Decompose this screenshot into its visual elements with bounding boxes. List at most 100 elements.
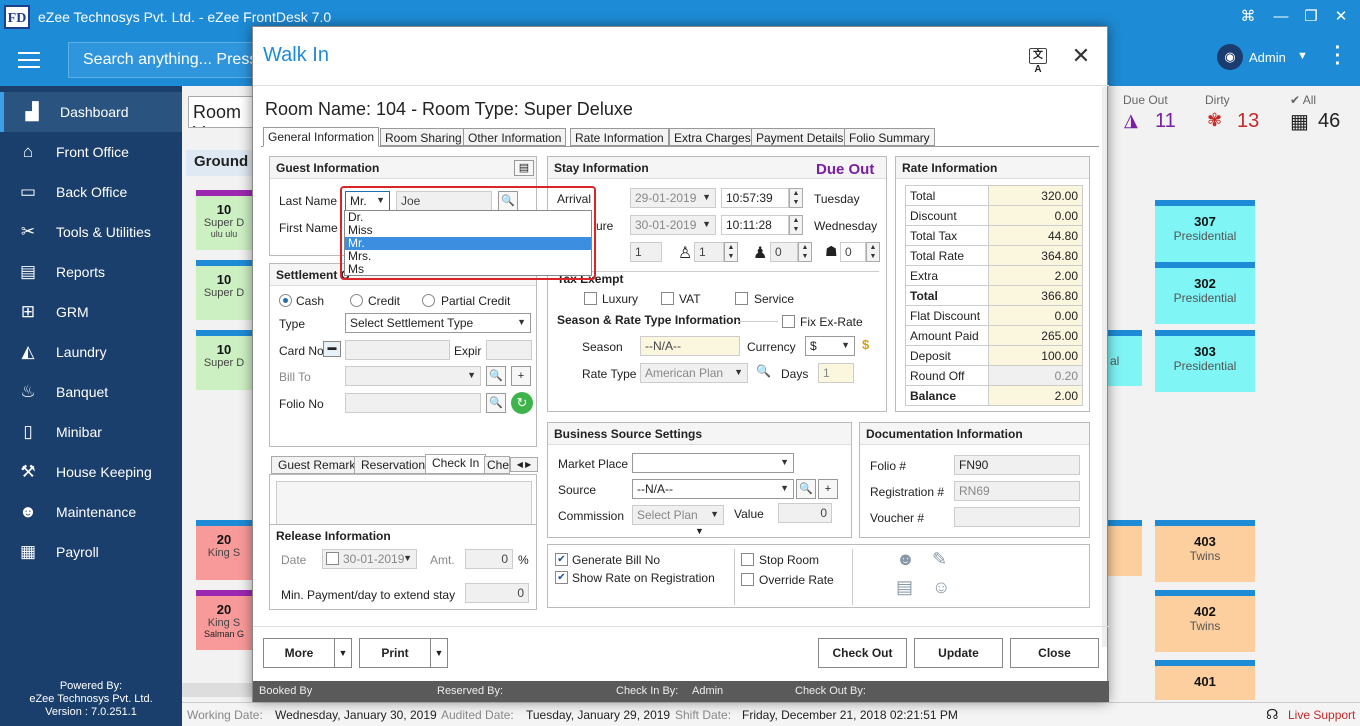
source-add-icon[interactable]: + (818, 479, 838, 499)
departure-time-input[interactable]: 10:11:28 (721, 215, 789, 235)
more-options-icon[interactable]: · · · (1333, 38, 1343, 74)
tab-extra-charges[interactable]: Extra Charges (669, 128, 756, 146)
tab-reservation[interactable]: Reservation (354, 456, 433, 474)
nights-input[interactable]: 1 (630, 242, 662, 262)
expand-arrow-icon[interactable]: ▼ (695, 526, 704, 536)
rate-type-select[interactable]: American Plan ▼ (640, 363, 748, 383)
minimize-button[interactable]: — (1270, 6, 1292, 28)
room-tile[interactable]: 403 Twins (1155, 520, 1255, 582)
expiry-input[interactable] (486, 340, 532, 360)
departure-date-select[interactable]: 30-01-2019 ▼ (630, 215, 716, 235)
room-tile[interactable]: 20 King S (196, 520, 252, 580)
cash-radio[interactable] (279, 294, 292, 307)
room-tile-partial[interactable] (1108, 520, 1142, 576)
folio-no-input[interactable] (345, 393, 481, 413)
room-tile[interactable]: 307 Presidential (1155, 200, 1255, 262)
sidebar-item-grm[interactable]: ⊞ GRM (0, 292, 182, 332)
all-count[interactable]: 46 (1318, 110, 1340, 133)
bill-to-add-icon[interactable]: + (511, 366, 531, 386)
tab-other-information[interactable]: Other Information (463, 128, 567, 146)
dirty-count[interactable]: 13 (1237, 110, 1259, 133)
adults-input[interactable]: 1 (694, 242, 724, 262)
bill-to-select[interactable]: ▼ (345, 366, 481, 386)
infants-spinner[interactable]: ▲ ▼ (866, 242, 880, 262)
override-rate-checkbox[interactable] (741, 573, 754, 586)
release-date-select[interactable]: 30-01-2019 ▼ (322, 549, 417, 569)
departure-time-spinner[interactable]: ▲ ▼ (789, 215, 803, 235)
sidebar-item-reports[interactable]: ▤ Reports (0, 252, 182, 292)
partial-credit-radio[interactable] (422, 294, 435, 307)
user-icon[interactable]: ◉ (1217, 44, 1243, 70)
translate-icon[interactable]: 文A (1029, 48, 1047, 75)
currency-exchange-icon[interactable]: $ (862, 337, 869, 352)
sidebar-item-tools[interactable]: ✂ Tools & Utilities (0, 212, 182, 252)
live-support-link[interactable]: Live Support (1288, 708, 1355, 722)
sidebar-item-banquet[interactable]: ♨ Banquet (0, 372, 182, 412)
global-search-input[interactable]: Search anything... Press (68, 42, 258, 78)
edit-icon[interactable]: ✎ (932, 549, 947, 570)
settlement-type-select[interactable]: Select Settlement Type ▼ (345, 313, 531, 333)
rate-value[interactable]: 0.00 (988, 205, 1083, 226)
service-checkbox[interactable] (735, 292, 748, 305)
rate-value[interactable]: 0.00 (988, 305, 1083, 326)
close-button[interactable]: Close (1010, 638, 1099, 668)
min-payment-input[interactable]: 0 (465, 583, 529, 603)
sidebar-item-house-keeping[interactable]: ⚒ House Keeping (0, 452, 182, 492)
id-card-icon[interactable]: ▤ (514, 160, 534, 176)
arrival-time-input[interactable]: 10:57:39 (721, 188, 789, 208)
arrival-date-select[interactable]: 29-01-2019 ▼ (630, 188, 716, 208)
room-tile[interactable]: 10 Super Dulu ulu (196, 190, 252, 250)
user-name[interactable]: Admin (1249, 50, 1286, 65)
chevron-down-icon[interactable]: ▼ (1297, 50, 1308, 62)
tab-general-information[interactable]: General Information (263, 127, 380, 147)
tab-folio-summary[interactable]: Folio Summary (844, 128, 935, 146)
arrival-time-spinner[interactable]: ▲ ▼ (789, 188, 803, 208)
room-view-tab[interactable]: Room V (188, 96, 258, 128)
sidebar-item-back-office[interactable]: ▭ Back Office (0, 172, 182, 212)
more-dropdown-icon[interactable]: ▼ (334, 638, 352, 668)
tab-room-sharing[interactable]: Room Sharing (380, 128, 467, 146)
registration-input[interactable]: RN69 (954, 481, 1080, 501)
room-tile[interactable]: 303 Presidential (1155, 330, 1255, 392)
card-no-input[interactable] (345, 340, 450, 360)
sidebar-item-front-office[interactable]: ⌂ Front Office (0, 132, 182, 172)
close-window-button[interactable]: ✕ (1330, 6, 1352, 28)
currency-select[interactable]: $ ▼ (805, 336, 855, 356)
guests-icon[interactable]: ☻ (896, 549, 915, 570)
room-tile[interactable]: 302 Presidential (1155, 262, 1255, 324)
vat-checkbox[interactable] (661, 292, 674, 305)
tab-payment-details[interactable]: Payment Details (751, 128, 849, 146)
room-tile[interactable]: 10 Super D (196, 260, 252, 320)
vertical-scrollbar[interactable] (1102, 87, 1107, 647)
print-dropdown-icon[interactable]: ▼ (430, 638, 448, 668)
room-tile-partial[interactable]: al (1108, 330, 1142, 386)
hamburger-menu-icon[interactable] (18, 52, 40, 68)
check-out-button[interactable]: Check Out (818, 638, 907, 668)
bill-to-lookup-icon[interactable]: 🔍 (486, 366, 506, 386)
folio-lookup-icon[interactable]: 🔍 (486, 393, 506, 413)
user-card-icon[interactable]: ☺ (932, 577, 950, 598)
credit-radio[interactable] (350, 294, 363, 307)
season-input[interactable]: --N/A-- (640, 336, 740, 356)
remark-textarea[interactable] (276, 481, 532, 529)
card-icon[interactable]: ▬ (323, 341, 341, 357)
fix-ex-rate-checkbox[interactable] (782, 315, 795, 328)
print-button[interactable]: Print (359, 638, 431, 668)
close-icon[interactable]: ✕ (1071, 45, 1091, 67)
value-input[interactable]: 0 (778, 503, 832, 523)
room-tile[interactable]: 10 Super D (196, 330, 252, 390)
more-button[interactable]: More (263, 638, 335, 668)
infants-input[interactable]: 0 (840, 242, 866, 262)
luxury-checkbox[interactable] (584, 292, 597, 305)
children-input[interactable]: 0 (770, 242, 798, 262)
commission-select[interactable]: Select Plan ▼ (632, 505, 724, 525)
tab-rate-information[interactable]: Rate Information (570, 128, 669, 146)
room-tile[interactable]: 20 King S Salman G (196, 590, 252, 650)
folio-input[interactable]: FN90 (954, 455, 1080, 475)
room-tile[interactable]: 401 (1155, 660, 1255, 700)
due-out-count[interactable]: 11 (1155, 110, 1176, 133)
source-lookup-icon[interactable]: 🔍 (796, 479, 816, 499)
horizontal-scrollbar[interactable] (182, 683, 252, 697)
source-select[interactable]: --N/A-- ▼ (632, 479, 794, 499)
generate-bill-checkbox[interactable]: ✔ (555, 553, 568, 566)
